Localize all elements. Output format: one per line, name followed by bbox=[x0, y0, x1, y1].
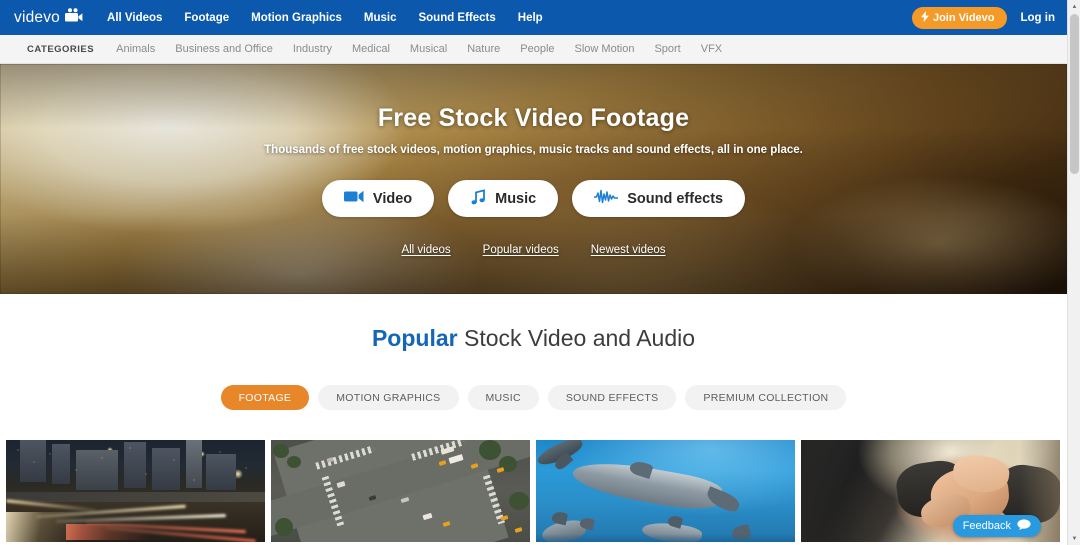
login-link[interactable]: Log in bbox=[1021, 12, 1056, 24]
hero-title: Free Stock Video Footage bbox=[377, 104, 690, 132]
category-vfx[interactable]: VFX bbox=[701, 43, 722, 55]
hero-music-label: Music bbox=[495, 190, 537, 207]
category-animals[interactable]: Animals bbox=[116, 43, 155, 55]
popular-section: Popular Stock Video and Audio FOOTAGE MO… bbox=[0, 294, 1067, 542]
section-title-rest: Stock Video and Audio bbox=[457, 325, 696, 351]
join-videvo-label: Join Videvo bbox=[932, 11, 995, 24]
tab-footage[interactable]: FOOTAGE bbox=[220, 385, 310, 410]
page-root: videvo All Videos Footage Motion Graphic… bbox=[0, 0, 1080, 545]
hero-content: Free Stock Video Footage Thousands of fr… bbox=[0, 64, 1067, 294]
logo-text: videvo bbox=[14, 8, 61, 26]
lightning-bolt-icon bbox=[920, 10, 929, 25]
page-scrollbar[interactable]: ▲ ▼ bbox=[1067, 0, 1080, 545]
scrollbar-down-arrow[interactable]: ▼ bbox=[1068, 532, 1080, 545]
content-type-tabs: FOOTAGE MOTION GRAPHICS MUSIC SOUND EFFE… bbox=[0, 385, 1067, 410]
hero-sound-effects-button[interactable]: Sound effects bbox=[572, 180, 746, 217]
nav-item-music[interactable]: Music bbox=[364, 12, 397, 24]
tab-premium-collection[interactable]: PREMIUM COLLECTION bbox=[685, 385, 847, 410]
scrollbar-up-arrow[interactable]: ▲ bbox=[1068, 0, 1080, 13]
main-nav-links: All Videos Footage Motion Graphics Music… bbox=[107, 12, 912, 24]
hero-category-buttons: Video Music Sound effects bbox=[321, 180, 746, 217]
category-medical[interactable]: Medical bbox=[352, 43, 390, 55]
category-nature[interactable]: Nature bbox=[467, 43, 500, 55]
category-industry[interactable]: Industry bbox=[293, 43, 332, 55]
categories-label: CATEGORIES bbox=[27, 43, 95, 55]
video-thumbnail-aerial-intersection bbox=[271, 440, 530, 542]
scrollbar-thumb[interactable] bbox=[1070, 14, 1079, 174]
nav-item-motion-graphics[interactable]: Motion Graphics bbox=[251, 12, 342, 24]
video-thumbnail-dolphins bbox=[536, 440, 795, 542]
feedback-button[interactable]: Feedback bbox=[952, 515, 1041, 537]
section-title-highlight: Popular bbox=[371, 325, 458, 351]
video-card-2[interactable] bbox=[271, 440, 530, 542]
category-people[interactable]: People bbox=[520, 43, 554, 55]
video-camera-icon bbox=[64, 7, 83, 28]
hero-subtitle: Thousands of free stock videos, motion g… bbox=[264, 144, 803, 156]
site-logo[interactable]: videvo bbox=[14, 7, 83, 28]
nav-item-footage[interactable]: Footage bbox=[184, 12, 229, 24]
video-thumbnail-grid bbox=[0, 440, 1067, 542]
join-videvo-button[interactable]: Join Videvo bbox=[911, 6, 1007, 29]
tab-sound-effects[interactable]: SOUND EFFECTS bbox=[547, 385, 677, 410]
hero-link-all-videos[interactable]: All videos bbox=[401, 244, 450, 256]
nav-item-all-videos[interactable]: All Videos bbox=[107, 12, 162, 24]
speech-bubble-icon bbox=[1017, 519, 1031, 533]
hero-sound-effects-label: Sound effects bbox=[627, 190, 724, 207]
hero-video-label: Video bbox=[372, 190, 413, 207]
hero-music-button[interactable]: Music bbox=[448, 180, 559, 217]
hero-link-popular-videos[interactable]: Popular videos bbox=[483, 244, 559, 256]
nav-account-actions: Join Videvo Log in bbox=[911, 6, 1056, 29]
music-note-icon bbox=[470, 188, 486, 209]
feedback-label: Feedback bbox=[962, 520, 1011, 532]
page-content: videvo All Videos Footage Motion Graphic… bbox=[0, 0, 1067, 545]
tab-motion-graphics[interactable]: MOTION GRAPHICS bbox=[318, 385, 459, 410]
video-card-3[interactable] bbox=[536, 440, 795, 542]
tab-music[interactable]: MUSIC bbox=[467, 385, 539, 410]
video-thumbnail-night-city bbox=[6, 440, 265, 542]
nav-item-help[interactable]: Help bbox=[518, 12, 543, 24]
category-musical[interactable]: Musical bbox=[410, 43, 447, 55]
video-camera-icon bbox=[343, 190, 364, 207]
hero-link-newest-videos[interactable]: Newest videos bbox=[591, 244, 666, 256]
hero-banner: Free Stock Video Footage Thousands of fr… bbox=[0, 64, 1067, 294]
hero-video-button[interactable]: Video bbox=[321, 180, 435, 217]
waveform-icon bbox=[593, 189, 619, 209]
hero-quick-links: All videos Popular videos Newest videos bbox=[401, 244, 665, 256]
section-title: Popular Stock Video and Audio bbox=[0, 325, 1067, 352]
nav-item-sound-effects[interactable]: Sound Effects bbox=[418, 12, 495, 24]
categories-bar: CATEGORIES Animals Business and Office I… bbox=[0, 35, 1067, 64]
top-navigation-bar: videvo All Videos Footage Motion Graphic… bbox=[0, 0, 1067, 35]
category-business-and-office[interactable]: Business and Office bbox=[175, 43, 273, 55]
category-sport[interactable]: Sport bbox=[654, 43, 680, 55]
video-card-1[interactable] bbox=[6, 440, 265, 542]
category-slow-motion[interactable]: Slow Motion bbox=[575, 43, 635, 55]
